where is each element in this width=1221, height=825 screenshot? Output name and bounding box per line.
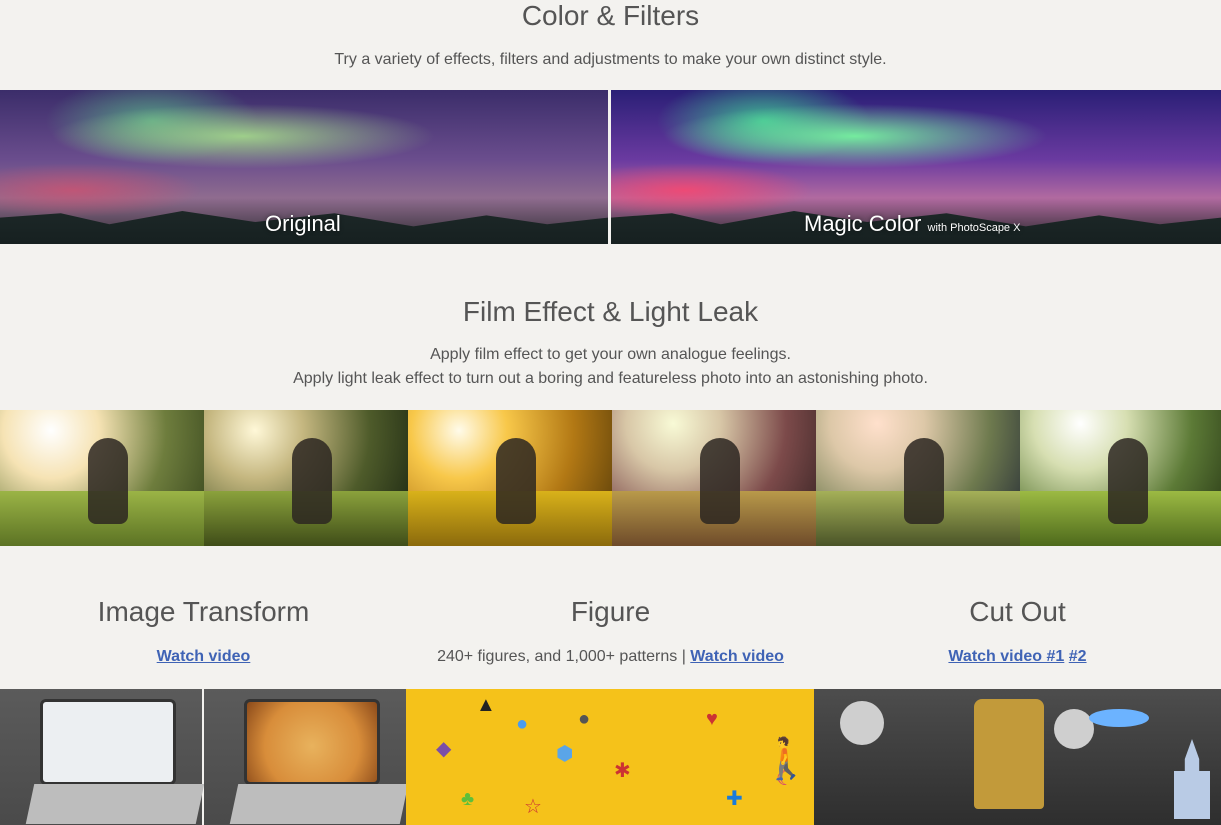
film-effect-line-1: Apply film effect to get your own analog…	[430, 346, 791, 363]
girl-figure	[496, 438, 536, 524]
figure-description: 240+ figures, and 1,000+ patterns | Watc…	[407, 648, 814, 666]
magic-color-label-small: with PhotoScape X	[927, 222, 1021, 234]
club-icon: ♣	[461, 788, 475, 810]
circle-icon: ●	[578, 708, 591, 730]
hexagon-icon: ⬢	[556, 743, 574, 765]
color-filters-subtitle: Try a variety of effects, filters and ad…	[334, 51, 887, 68]
figure-patterns-photo: ▲ ● ● ◆ ⬢ ✱ ♣ ☆ ♥ ✚ ☾ 🚶	[406, 689, 814, 825]
film-photo-3	[408, 410, 612, 546]
circle-icon: ●	[516, 713, 529, 735]
cut-out-title: Cut Out	[969, 596, 1066, 627]
image-transform-title: Image Transform	[97, 596, 310, 627]
cutout-collage-photo	[814, 689, 1221, 825]
triangle-icon: ▲	[476, 694, 496, 716]
asterisk-icon: ✱	[614, 760, 631, 782]
figure-title: Figure	[570, 596, 651, 627]
cut-out-watch-video-2-link[interactable]: #2	[1069, 648, 1087, 665]
film-photo-4	[612, 410, 816, 546]
film-photo-5	[816, 410, 1020, 546]
cut-out-links: Watch video #1 #2	[814, 648, 1221, 666]
figure-count-text: 240+ figures, and 1,000+ patterns |	[437, 648, 691, 665]
pharaoh-shape	[974, 699, 1044, 809]
cross-icon: ✚	[726, 788, 743, 810]
moon-shape	[1054, 709, 1094, 749]
image-transform-watch-video-link[interactable]: Watch video	[157, 648, 251, 665]
film-photo-6	[1020, 410, 1221, 546]
laptop-ui-photo	[0, 689, 205, 825]
girl-figure	[292, 438, 332, 524]
castle-shape	[1174, 739, 1210, 819]
laptop-keyboard	[25, 784, 205, 824]
girl-figure	[88, 438, 128, 524]
pizza-screen	[244, 699, 380, 785]
walking-person-icon: 🚶	[761, 737, 811, 781]
laptop-pizza-photo	[204, 689, 409, 825]
film-photo-2	[204, 410, 408, 546]
cut-out-watch-video-1-link[interactable]: Watch video #1	[948, 648, 1064, 665]
heart-icon: ♥	[706, 708, 718, 730]
laptop-screen	[40, 699, 176, 785]
magic-color-photo: Magic Color with PhotoScape X	[611, 90, 1221, 244]
film-photo-1	[0, 410, 204, 546]
film-effect-description: Apply film effect to get your own analog…	[0, 343, 1221, 391]
film-effect-title: Film Effect & Light Leak	[462, 296, 759, 327]
planet-shape	[1089, 709, 1149, 727]
girl-figure	[700, 438, 740, 524]
girl-figure	[1108, 438, 1148, 524]
laptop-keyboard	[229, 784, 409, 824]
magic-color-label: Magic Color with PhotoScape X	[804, 211, 1020, 237]
star-icon: ☆	[524, 796, 542, 818]
diamond-icon: ◆	[436, 738, 452, 760]
magic-color-label-main: Magic Color	[804, 211, 922, 236]
film-effect-line-2: Apply light leak effect to turn out a bo…	[293, 370, 928, 387]
color-filters-title: Color & Filters	[521, 0, 700, 31]
original-photo: Original	[0, 90, 608, 244]
figure-watch-video-link[interactable]: Watch video	[690, 648, 784, 665]
moon-shape	[840, 701, 884, 745]
original-label: Original	[265, 211, 341, 236]
image-transform-links: Watch video	[0, 648, 407, 666]
girl-figure	[904, 438, 944, 524]
